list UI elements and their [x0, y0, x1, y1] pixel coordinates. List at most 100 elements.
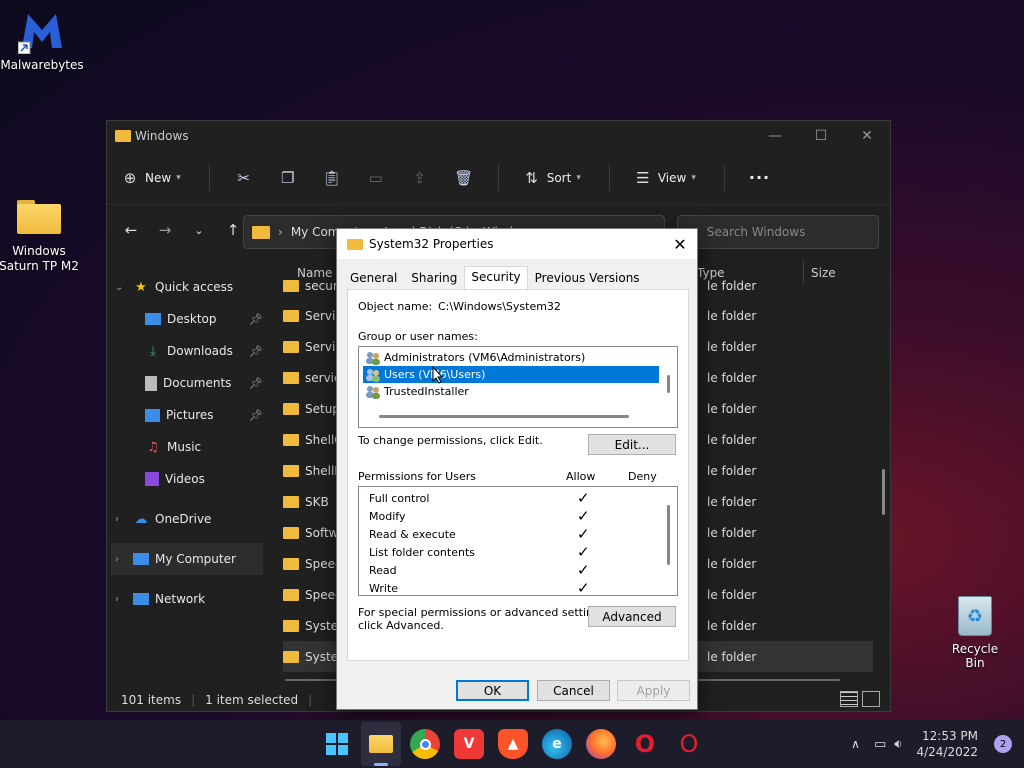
opera-gx-icon[interactable]: O [674, 729, 704, 759]
pin-icon[interactable]: 📌︎ [249, 313, 263, 326]
group-names-label: Group or user names: [358, 330, 478, 343]
folder-icon [283, 279, 299, 292]
list-item-users-selected[interactable]: Users (VM6\Users) [363, 366, 659, 383]
vertical-scrollbar[interactable] [667, 505, 670, 565]
vertical-scrollbar[interactable] [667, 375, 670, 393]
sidebar-item-videos[interactable]: Videos [107, 463, 267, 495]
back-arrow-icon[interactable]: ← [117, 221, 145, 239]
sidebar-item-music[interactable]: ♫ Music [107, 431, 267, 463]
edit-button[interactable]: Edit... [588, 434, 676, 455]
sidebar-item-network[interactable]: › Network [107, 583, 267, 615]
new-button[interactable]: ⊕ New ▾ [121, 169, 181, 187]
forward-arrow-icon[interactable]: → [151, 221, 179, 239]
permission-row: Full control ✓ [369, 489, 590, 507]
sidebar-item-onedrive[interactable]: › ☁ OneDrive [107, 503, 267, 535]
cut-icon[interactable]: ✂ [234, 168, 254, 188]
maximize-button[interactable]: ☐ [798, 121, 844, 151]
dialog-title: System32 Properties [369, 237, 494, 251]
change-permissions-text: To change permissions, click Edit. [358, 434, 543, 447]
sidebar-item-downloads[interactable]: ⤓ Downloads 📌︎ [107, 335, 267, 367]
chevron-down-icon: ▾ [691, 172, 696, 183]
command-bar: ⊕ New ▾ ✂ ❐ 📋︎ ▭ ⇪ 🗑︎ ⇅ Sort ▾ ☰ View ▾ … [107, 151, 890, 205]
tab-security[interactable]: Security [464, 266, 528, 289]
desktop-icon-label: Recycle Bin [951, 642, 999, 670]
download-icon: ⤓ [150, 343, 156, 359]
share-icon[interactable]: ⇪ [410, 168, 430, 188]
close-button[interactable]: ✕ [844, 121, 890, 151]
sidebar-item-documents[interactable]: Documents 📌︎ [107, 367, 267, 399]
paste-icon[interactable]: 📋︎ [322, 168, 342, 188]
sort-button[interactable]: ⇅ Sort ▾ [523, 168, 580, 187]
sort-label: Sort [546, 170, 572, 185]
vivaldi-icon[interactable]: V [454, 729, 484, 759]
pin-icon[interactable]: 📌︎ [249, 345, 263, 358]
users-group-icon [365, 385, 381, 399]
delete-icon[interactable]: 🗑︎ [454, 168, 474, 188]
tab-sharing[interactable]: Sharing [404, 267, 464, 289]
network-status-icon[interactable]: ▭ [874, 737, 886, 752]
details-view-icon[interactable] [840, 691, 858, 707]
list-item-administrators[interactable]: Administrators (VM6\Administrators) [363, 349, 659, 366]
horizontal-scrollbar[interactable] [379, 415, 629, 418]
folder-icon [283, 402, 299, 415]
sort-icon: ⇅ [525, 168, 538, 187]
pin-icon[interactable]: 📌︎ [249, 409, 263, 422]
desktop-icon-windows-saturn[interactable]: Windows Saturn TP M2 [0, 200, 82, 274]
sidebar-item-my-computer[interactable]: › My Computer [111, 543, 263, 575]
minimize-button[interactable]: — [752, 121, 798, 151]
start-button[interactable] [322, 729, 352, 759]
more-options-button[interactable]: ··· [749, 168, 770, 187]
sidebar-item-pictures[interactable]: Pictures 📌︎ [107, 399, 267, 431]
ok-button[interactable]: OK [456, 680, 529, 701]
object-name-value: C:\Windows\System32 [438, 300, 561, 313]
folder-icon [283, 557, 299, 570]
pin-icon[interactable]: 📌︎ [249, 377, 263, 390]
advanced-button[interactable]: Advanced [588, 606, 676, 627]
vertical-scrollbar[interactable] [882, 469, 885, 515]
brave-icon[interactable]: ▲ [498, 729, 528, 759]
volume-icon[interactable]: 🔉︎ [894, 737, 902, 752]
apply-button[interactable]: Apply [617, 680, 690, 701]
permission-row: Modify ✓ [369, 507, 590, 525]
notification-badge[interactable]: 2 [994, 735, 1012, 753]
folder-icon [283, 309, 299, 322]
clock[interactable]: 12:53 PM 4/24/2022 [916, 728, 978, 760]
cancel-button[interactable]: Cancel [537, 680, 610, 701]
music-icon: ♫ [147, 439, 159, 455]
selection-count: 1 item selected [205, 693, 299, 707]
rename-icon[interactable]: ▭ [366, 168, 386, 188]
view-button[interactable]: ☰ View ▾ [634, 169, 696, 187]
firefox-icon[interactable] [586, 729, 616, 759]
allow-column-label: Allow [566, 470, 596, 483]
sidebar-item-quick-access[interactable]: ⌄ ★ Quick access [107, 271, 267, 303]
chevron-up-icon[interactable]: ∧ [851, 737, 860, 751]
desktop-icon-malwarebytes[interactable]: Malwarebytes [0, 8, 84, 72]
chrome-icon[interactable] [410, 729, 440, 759]
time: 12:53 PM [922, 729, 978, 743]
opera-icon[interactable]: O [630, 729, 660, 759]
special-permissions-text: For special permissions or advanced sett… [358, 606, 610, 632]
tab-previous-versions[interactable]: Previous Versions [528, 267, 647, 289]
tab-general[interactable]: General [343, 267, 404, 289]
tiles-view-icon[interactable] [862, 691, 880, 707]
sidebar-item-desktop[interactable]: Desktop 📌︎ [107, 303, 267, 335]
file-explorer-taskbar-button[interactable] [366, 729, 396, 759]
malwarebytes-logo-icon [17, 8, 66, 55]
edge-icon[interactable]: e [542, 729, 572, 759]
user-list[interactable]: Administrators (VM6\Administrators) User… [358, 346, 678, 428]
close-icon[interactable]: ✕ [669, 233, 691, 255]
system-tray: ∧ ▭ 🔉︎ 12:53 PM 4/24/2022 2 [851, 720, 1024, 768]
deny-column-label: Deny [628, 470, 657, 483]
permission-row: Write ✓ [369, 579, 590, 597]
search-input[interactable]: ⌕ Search Windows [677, 215, 879, 249]
copy-icon[interactable]: ❐ [278, 168, 298, 188]
recent-chevron-icon[interactable]: ⌄ [185, 224, 213, 237]
desktop-icon-recycle-bin[interactable]: ♻ Recycle Bin [942, 596, 1008, 670]
folder-icon [17, 200, 61, 234]
chevron-right-icon: › [115, 513, 119, 525]
allow-checkmark-icon: ✓ [577, 579, 590, 597]
list-item-trustedinstaller[interactable]: TrustedInstaller [363, 383, 659, 400]
plus-icon: ⊕ [123, 168, 137, 187]
dialog-title-bar: System32 Properties [337, 229, 697, 259]
folder-icon [283, 619, 299, 632]
